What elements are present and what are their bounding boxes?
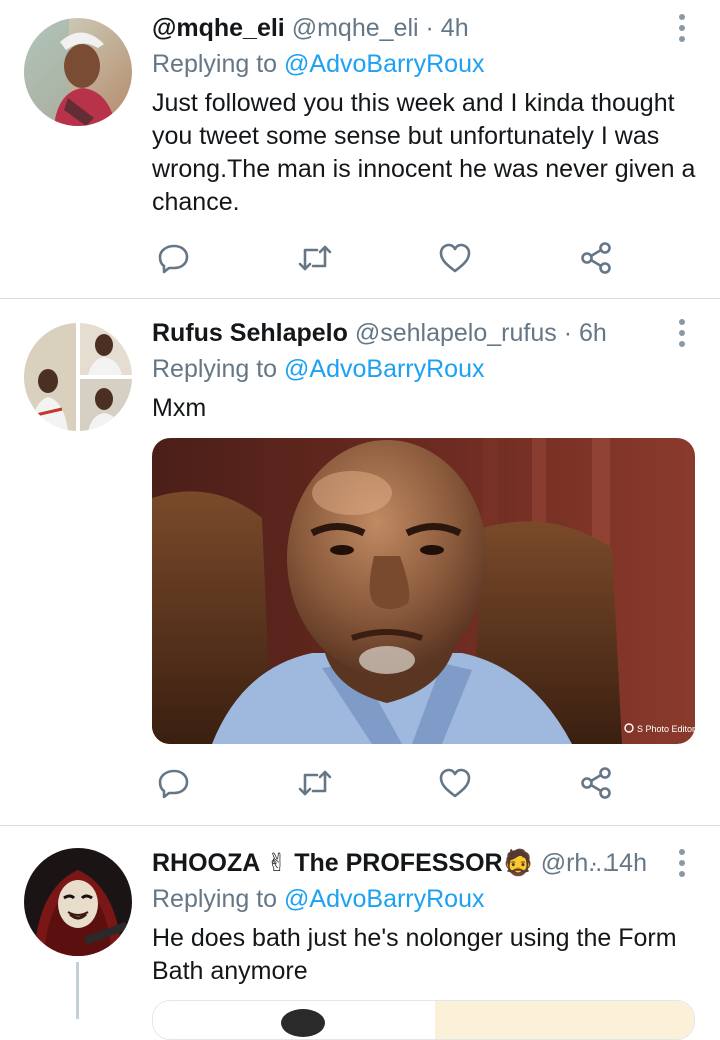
avatar[interactable]	[24, 18, 132, 126]
timestamp[interactable]: 6h	[579, 319, 607, 347]
more-options-icon[interactable]	[670, 10, 694, 46]
retweet-icon[interactable]	[295, 763, 335, 803]
tweet-time: · 14h	[590, 845, 660, 881]
more-options-icon[interactable]	[670, 315, 694, 351]
retweet-icon[interactable]	[295, 238, 335, 278]
tweet-text-line: Just followed you this week and I kinda …	[152, 89, 675, 117]
tweet-header: RHOOZA ✌ The PROFESSOR🧔 @rh...	[152, 845, 640, 881]
mention-link[interactable]: @AdvoBarryRoux	[284, 885, 484, 913]
share-icon[interactable]	[576, 763, 616, 803]
tweet-text-line: He does bath just he's nolonger using th…	[152, 924, 677, 952]
tweet-2[interactable]: Rufus Sehlapelo @sehlapelo_rufus · 6h Re…	[0, 299, 720, 825]
replying-label: Replying to	[152, 50, 278, 78]
more-options-icon[interactable]	[670, 845, 694, 881]
tweet-media-image[interactable]	[152, 1000, 695, 1040]
display-name[interactable]: RHOOZA ✌ The PROFESSOR🧔	[152, 849, 534, 877]
tweet-actions	[152, 238, 652, 278]
tweet-text: Just followed you this week and I kinda …	[152, 87, 700, 219]
timestamp[interactable]: 4h	[441, 14, 469, 42]
user-handle[interactable]: @mqhe_eli	[292, 14, 419, 42]
tweet-header: Rufus Sehlapelo @sehlapelo_rufus · 6h	[152, 315, 660, 351]
media-watermark: S Photo Editor	[637, 724, 695, 734]
thread-connector-line	[76, 962, 79, 1019]
separator: ·	[563, 319, 573, 347]
tweet-text-line: wrong.The man is innocent he was never g…	[152, 155, 696, 183]
replying-to: Replying to @AdvoBarryRoux	[152, 47, 484, 81]
user-handle[interactable]: @sehlapelo_rufus	[355, 319, 557, 347]
avatar[interactable]	[24, 848, 132, 956]
like-icon[interactable]	[435, 763, 475, 803]
like-icon[interactable]	[435, 238, 475, 278]
tweet-media-image[interactable]: S Photo Editor	[152, 438, 695, 744]
replying-label: Replying to	[152, 355, 278, 383]
mention-link[interactable]: @AdvoBarryRoux	[284, 50, 484, 78]
display-name[interactable]: @mqhe_eli	[152, 14, 285, 42]
replying-to: Replying to @AdvoBarryRoux	[152, 882, 484, 916]
separator: ·	[425, 14, 434, 42]
reply-icon[interactable]	[154, 763, 194, 803]
avatar[interactable]	[24, 323, 132, 431]
display-name[interactable]: Rufus Sehlapelo	[152, 319, 348, 347]
tweet-1[interactable]: @mqhe_eli @mqhe_eli · 4h Replying to @Ad…	[0, 0, 720, 298]
tweet-text-line: Bath anymore	[152, 957, 308, 985]
tweet-actions	[152, 763, 652, 803]
tweet-text-line: chance.	[152, 188, 240, 216]
replying-to: Replying to @AdvoBarryRoux	[152, 352, 484, 386]
replying-label: Replying to	[152, 885, 278, 913]
tweet-header: @mqhe_eli @mqhe_eli · 4h	[152, 10, 660, 46]
mention-link[interactable]: @AdvoBarryRoux	[284, 355, 484, 383]
tweet-text-line: Mxm	[152, 394, 207, 422]
separator: ·	[590, 849, 599, 877]
tweet-text: Mxm	[152, 392, 700, 425]
reply-icon[interactable]	[154, 238, 194, 278]
tweet-text: He does bath just he's nolonger using th…	[152, 922, 700, 988]
tweet-text-line: you tweet some sense but unfortunately I…	[152, 122, 660, 150]
timestamp[interactable]: 14h	[605, 849, 647, 877]
share-icon[interactable]	[576, 238, 616, 278]
tweet-3[interactable]: RHOOZA ✌ The PROFESSOR🧔 @rh... · 14h Rep…	[0, 826, 720, 1040]
